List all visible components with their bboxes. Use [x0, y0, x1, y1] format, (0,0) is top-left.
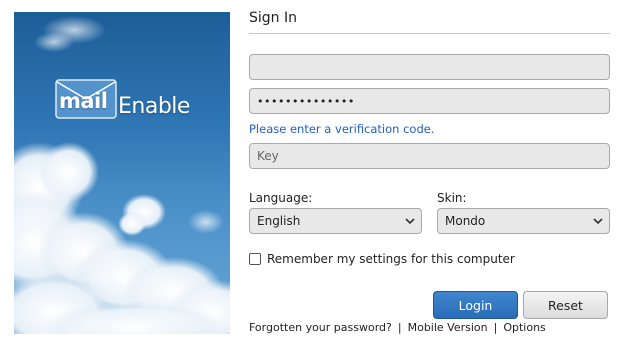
password-mask: ••••••••••••••: [257, 95, 355, 108]
remember-label: Remember my settings for this computer: [267, 252, 515, 266]
reset-button[interactable]: Reset: [523, 291, 608, 319]
skin-select[interactable]: Mondo: [437, 208, 610, 234]
language-label: Language:: [249, 191, 313, 205]
remember-checkbox[interactable]: [249, 253, 261, 265]
login-button[interactable]: Login: [433, 291, 518, 319]
envelope-icon: mail: [55, 79, 117, 119]
mailenable-logo: mail Enable: [55, 79, 190, 119]
skin-label: Skin:: [437, 191, 467, 205]
sky-banner: mail Enable: [14, 12, 230, 334]
mobile-version-link[interactable]: Mobile Version: [408, 321, 488, 334]
language-value: English: [257, 214, 301, 228]
skin-value: Mondo: [445, 214, 486, 228]
title-divider: [249, 33, 610, 34]
chevron-down-icon: [593, 218, 603, 225]
link-separator: |: [493, 321, 498, 334]
forgot-password-link[interactable]: Forgotten your password?: [249, 321, 392, 334]
page-title: Sign In: [249, 10, 297, 26]
login-page: mail Enable Sign In •••••••••••••• Pleas…: [0, 0, 623, 347]
logo-enable-text: Enable: [118, 93, 190, 119]
language-select[interactable]: English: [249, 208, 422, 234]
verification-key-input[interactable]: Key: [249, 143, 610, 169]
verification-message: Please enter a verification code.: [249, 122, 435, 136]
logo-mail-text: mail: [59, 89, 108, 113]
options-link[interactable]: Options: [503, 321, 545, 334]
chevron-down-icon: [405, 218, 415, 225]
footer-links: Forgotten your password? | Mobile Version |…: [249, 321, 546, 334]
link-separator: |: [397, 321, 402, 334]
remember-settings[interactable]: Remember my settings for this computer: [249, 252, 515, 266]
clouds-image: [14, 16, 230, 334]
username-field[interactable]: [249, 54, 610, 80]
password-field[interactable]: ••••••••••••••: [249, 88, 610, 114]
